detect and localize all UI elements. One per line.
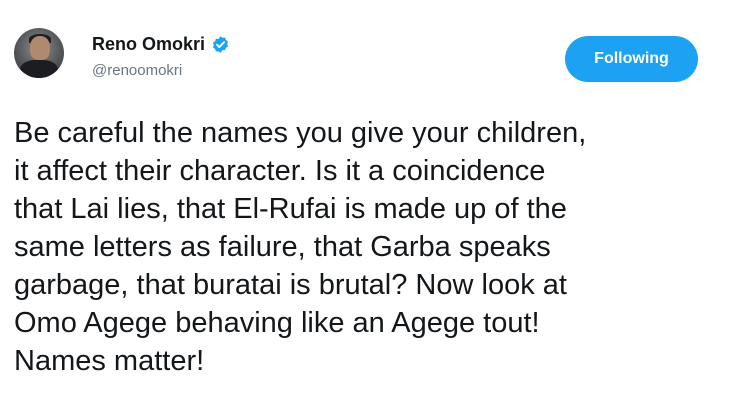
author-handle[interactable]: @renoomokri: [92, 62, 182, 79]
tweet-text: Be careful the names you give your child…: [14, 117, 587, 377]
author-name[interactable]: Reno Omokri: [92, 34, 205, 55]
following-button[interactable]: Following: [565, 36, 698, 82]
avatar-head: [30, 36, 50, 60]
verified-badge-icon: [211, 35, 230, 54]
avatar[interactable]: [14, 28, 64, 78]
author-row: Reno Omokri: [92, 34, 230, 55]
avatar-body: [20, 60, 58, 78]
